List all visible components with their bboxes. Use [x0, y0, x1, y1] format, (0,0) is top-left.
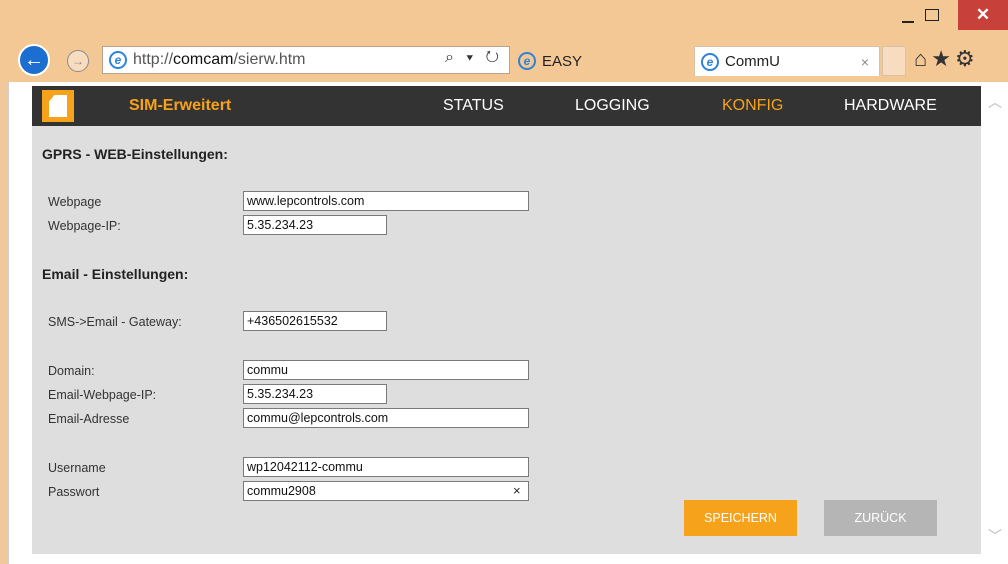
domain-input[interactable] [243, 360, 529, 380]
webpage-input[interactable] [243, 191, 529, 211]
window-titlebar: ✕ [0, 0, 1008, 38]
nav-status[interactable]: STATUS [443, 97, 504, 115]
browser-toolbar: ← → e http://comcam/sierw.htm ⌕ ▾ ↻ e EA… [0, 38, 1008, 82]
home-favorites-settings-icons[interactable]: ⌂★⚙ [914, 46, 979, 72]
password-input[interactable] [243, 481, 529, 501]
back-button[interactable]: ← [18, 44, 50, 76]
gateway-label: SMS->Email - Gateway: [48, 315, 182, 329]
webpage-label: Webpage [48, 195, 102, 209]
username-label: Username [48, 461, 106, 475]
close-window-button[interactable]: ✕ [958, 0, 1008, 30]
nav-logging[interactable]: LOGGING [575, 97, 650, 115]
webpage-ip-label: Webpage-IP: [48, 219, 121, 233]
tab-label: EASY [542, 52, 583, 70]
email-address-input[interactable] [243, 408, 529, 428]
nav-hardware[interactable]: HARDWARE [844, 97, 937, 115]
password-label: Passwort [48, 485, 100, 499]
sim-card-logo-icon[interactable] [42, 90, 74, 122]
close-tab-icon[interactable]: × [861, 54, 869, 70]
tab-commu[interactable]: e CommU × [694, 46, 880, 76]
clear-field-icon[interactable]: × [513, 483, 521, 498]
ie-icon: e [518, 52, 536, 70]
page-viewport: SIM-Erweitert STATUS LOGGING KONFIG HARD… [8, 82, 1008, 564]
username-input[interactable] [243, 457, 529, 477]
url-text[interactable]: http://comcam/sierw.htm [133, 51, 306, 69]
ie-icon: e [109, 51, 127, 69]
gateway-input[interactable] [243, 311, 387, 331]
email-ip-input[interactable] [243, 384, 387, 404]
scroll-down-icon[interactable]: ﹀ [988, 526, 1002, 546]
email-ip-label: Email-Webpage-IP: [48, 388, 157, 402]
email-section-title: Email - Einstellungen: [42, 266, 189, 282]
gprs-section-title: GPRS - WEB-Einstellungen: [42, 146, 228, 162]
maximize-button[interactable] [914, 0, 950, 30]
tab-easy[interactable]: e EASY [512, 46, 692, 76]
back-button-form[interactable]: ZURÜCK [824, 500, 937, 536]
tab-label: CommU [725, 53, 780, 70]
search-refresh-icons[interactable]: ⌕ ▾ ↻ [445, 49, 503, 67]
settings-panel: GPRS - WEB-Einstellungen: Webpage Webpag… [32, 126, 981, 554]
ie-icon: e [701, 52, 719, 71]
email-address-label: Email-Adresse [48, 412, 130, 426]
vertical-scrollbar[interactable]: ︿ ﹀ [982, 82, 1008, 564]
save-button[interactable]: SPEICHERN [684, 500, 797, 536]
nav-konfig[interactable]: KONFIG [722, 97, 783, 115]
address-bar[interactable]: e http://comcam/sierw.htm ⌕ ▾ ↻ [102, 46, 510, 74]
app-navbar: SIM-Erweitert STATUS LOGGING KONFIG HARD… [32, 86, 981, 126]
scroll-up-icon[interactable]: ︿ [988, 92, 1002, 112]
new-tab-button[interactable] [882, 46, 906, 76]
forward-button[interactable]: → [67, 50, 89, 72]
webpage-ip-input[interactable] [243, 215, 387, 235]
domain-label: Domain: [48, 364, 95, 378]
app-brand[interactable]: SIM-Erweitert [129, 97, 231, 115]
